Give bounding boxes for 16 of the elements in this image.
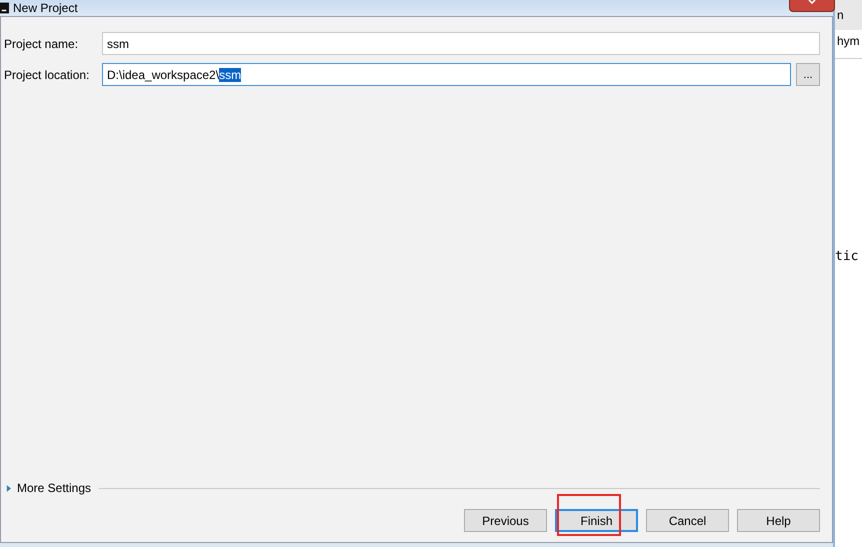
field-label: Project location: <box>4 68 90 82</box>
expand-arrow-icon[interactable] <box>6 484 11 492</box>
browse-button[interactable]: ... <box>796 63 820 86</box>
dialog-button[interactable]: Previous <box>464 509 547 532</box>
editor-header: hym <box>835 30 862 59</box>
dialog-button[interactable]: Finish <box>555 509 638 532</box>
field-label: Project name: <box>4 36 80 50</box>
dialog-button[interactable]: Help <box>737 509 820 532</box>
dialog-button[interactable]: Cancel <box>646 509 729 532</box>
app-icon <box>0 2 9 14</box>
text-field[interactable]: D:\idea_workspace2\ssm <box>102 63 791 86</box>
text-field[interactable]: ssm <box>102 32 820 55</box>
window-title: New Project <box>13 1 78 15</box>
more-settings-toggle[interactable]: More Settings <box>17 481 92 495</box>
close-button[interactable] <box>789 0 835 12</box>
code-text: tic <box>835 249 858 264</box>
